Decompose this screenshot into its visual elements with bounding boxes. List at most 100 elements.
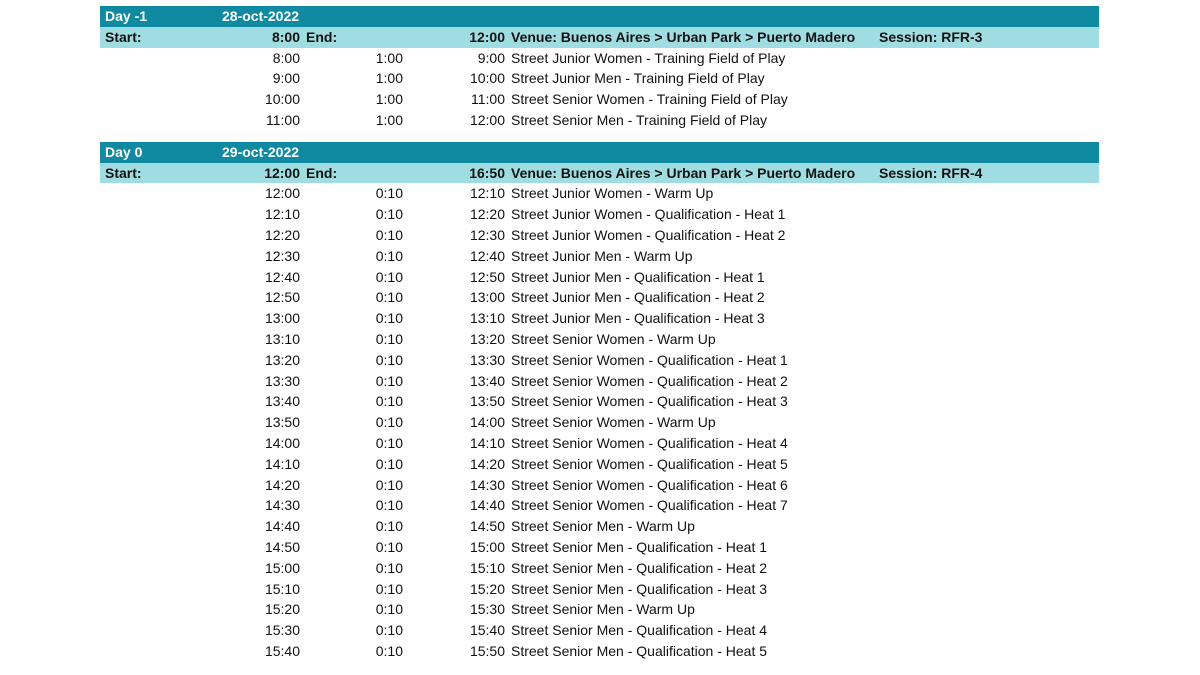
event-duration: 0:10 xyxy=(375,414,403,431)
event-row: 15:40 0:10 15:50 Street Senior Men - Qualif… xyxy=(100,641,1099,662)
event-duration: 0:10 xyxy=(375,580,403,597)
event-duration: 0:10 xyxy=(375,601,403,618)
event-title: Street Senior Men - Warm Up xyxy=(511,518,695,535)
event-start: 15:10 xyxy=(264,580,300,597)
event-duration: 0:10 xyxy=(375,518,403,535)
schedule: Day -1 28-oct-2022 Start: 8:00 End: 12:0… xyxy=(100,6,1099,673)
event-start: 14:20 xyxy=(264,476,300,493)
event-title: Street Junior Men - Qualification - Heat… xyxy=(511,310,765,327)
end-label: End: xyxy=(306,28,338,45)
event-title: Street Junior Men - Warm Up xyxy=(511,247,693,264)
event-title: Street Senior Women - Qualification - He… xyxy=(511,497,788,514)
event-start: 13:00 xyxy=(264,310,300,327)
event-row: 14:50 0:10 15:00 Street Senior Men - Qualif… xyxy=(100,537,1099,558)
event-end: 12:20 xyxy=(469,206,505,223)
event-duration: 0:10 xyxy=(375,497,403,514)
event-title: Street Senior Men - Qualification - Heat… xyxy=(511,538,768,555)
session-id: Session: RFR-4 xyxy=(879,164,983,181)
start-label: Start: xyxy=(105,164,142,181)
start-time: 8:00 xyxy=(271,28,300,45)
event-end: 15:10 xyxy=(469,559,505,576)
event-title: Street Senior Women - Warm Up xyxy=(511,330,716,347)
event-duration: 0:10 xyxy=(375,393,403,410)
event-title: Street Junior Men - Qualification - Heat… xyxy=(511,268,765,285)
event-end: 13:30 xyxy=(469,351,505,368)
event-row: 13:00 0:10 13:10 Street Junior Men - Qualif… xyxy=(100,308,1099,329)
event-duration: 0:10 xyxy=(375,538,403,555)
venue: Venue: Buenos Aires > Urban Park > Puert… xyxy=(511,164,856,181)
event-row: 14:30 0:10 14:40 Street Senior Women - Qual… xyxy=(100,495,1099,516)
session-id: Session: RFR-3 xyxy=(879,28,983,45)
event-end: 14:20 xyxy=(469,455,505,472)
event-row: 9:00 1:00 10:00 Street Junior Men - Trainin… xyxy=(100,68,1099,89)
event-end: 13:40 xyxy=(469,372,505,389)
event-start: 14:10 xyxy=(264,455,300,472)
day-date: 29-oct-2022 xyxy=(222,143,300,160)
event-end: 15:40 xyxy=(469,622,505,639)
event-row: 15:30 0:10 15:40 Street Senior Men - Qualif… xyxy=(100,620,1099,641)
event-end: 15:30 xyxy=(469,601,505,618)
day-date: 28-oct-2022 xyxy=(222,8,300,24)
event-duration: 0:10 xyxy=(375,289,403,306)
event-row: 14:00 0:10 14:10 Street Senior Women - Qual… xyxy=(100,433,1099,454)
event-row: 14:10 0:10 14:20 Street Senior Women - Qual… xyxy=(100,454,1099,475)
event-start: 15:00 xyxy=(264,559,300,576)
event-row: 15:10 0:10 15:20 Street Senior Men - Qualif… xyxy=(100,579,1099,600)
event-end: 12:00 xyxy=(469,111,505,128)
day-label: Day -1 xyxy=(105,8,148,24)
day-section: Day -1 28-oct-2022 Start: 8:00 End: 12:0… xyxy=(100,6,1099,131)
event-duration: 0:10 xyxy=(375,247,403,264)
event-row: 12:30 0:10 12:40 Street Junior Men - Warm U… xyxy=(100,246,1099,267)
venue: Venue: Buenos Aires > Urban Park > Puert… xyxy=(511,28,856,45)
event-row: 12:00 0:10 12:10 Street Junior Women - Warm… xyxy=(100,183,1099,204)
event-end: 15:00 xyxy=(469,538,505,555)
event-end: 10:00 xyxy=(469,70,505,87)
event-start: 13:30 xyxy=(264,372,300,389)
day-label: Day 0 xyxy=(105,143,143,160)
event-row: 15:00 0:10 15:10 Street Senior Men - Qualif… xyxy=(100,558,1099,579)
event-end: 13:20 xyxy=(469,330,505,347)
event-title: Street Senior Women - Qualification - He… xyxy=(511,434,788,451)
event-title: Street Senior Men - Warm Up xyxy=(511,601,695,618)
event-start: 12:10 xyxy=(264,206,300,223)
event-end: 13:50 xyxy=(469,393,505,410)
event-row: 14:20 0:10 14:30 Street Senior Women - Qual… xyxy=(100,475,1099,496)
session-info: Start: 8:00 End: 12:00 Venue: Buenos Air… xyxy=(100,26,1099,48)
end-time: 16:50 xyxy=(469,164,505,181)
event-start: 10:00 xyxy=(264,91,300,108)
session-info: Start: 12:00 End: 16:50 Venue: Buenos Ai… xyxy=(100,162,1099,184)
day-header: Day -1 28-oct-2022 xyxy=(100,6,1099,27)
event-duration: 0:10 xyxy=(375,642,403,659)
event-list: 8:00 1:00 9:00 Street Junior Women - Traini… xyxy=(100,48,1099,131)
event-row: 10:00 1:00 11:00 Street Senior Women - Trai… xyxy=(100,89,1099,110)
event-title: Street Senior Women - Qualification - He… xyxy=(511,393,788,410)
event-duration: 0:10 xyxy=(375,310,403,327)
event-start: 8:00 xyxy=(272,49,300,66)
event-duration: 0:10 xyxy=(375,268,403,285)
event-duration: 0:10 xyxy=(375,185,403,202)
event-end: 12:30 xyxy=(469,226,505,243)
event-start: 12:30 xyxy=(264,247,300,264)
event-start: 14:40 xyxy=(264,518,300,535)
event-duration: 1:00 xyxy=(375,111,403,128)
event-duration: 1:00 xyxy=(375,70,403,87)
event-row: 13:10 0:10 13:20 Street Senior Women - Warm… xyxy=(100,329,1099,350)
event-title: Street Senior Women - Qualification - He… xyxy=(511,372,788,389)
event-title: Street Junior Women - Training Field of … xyxy=(511,49,786,66)
event-start: 13:40 xyxy=(264,393,300,410)
event-start: 12:40 xyxy=(264,268,300,285)
event-start: 12:50 xyxy=(264,289,300,306)
event-title: Street Senior Men - Qualification - Heat… xyxy=(511,642,768,659)
event-title: Street Senior Women - Training Field of … xyxy=(511,91,788,108)
event-title: Street Senior Women - Warm Up xyxy=(511,414,716,431)
event-start: 12:20 xyxy=(264,226,300,243)
end-label: End: xyxy=(306,164,338,181)
event-title: Street Senior Men - Qualification - Heat… xyxy=(511,580,768,597)
event-row: 12:40 0:10 12:50 Street Junior Men - Qualif… xyxy=(100,267,1099,288)
day-section: Day 0 29-oct-2022 Start: 12:00 End: 16:5… xyxy=(100,141,1099,662)
event-end: 15:50 xyxy=(469,642,505,659)
event-duration: 0:10 xyxy=(375,622,403,639)
event-start: 12:00 xyxy=(264,185,300,202)
event-row: 13:30 0:10 13:40 Street Senior Women - Qual… xyxy=(100,371,1099,392)
start-time: 12:00 xyxy=(264,164,300,181)
